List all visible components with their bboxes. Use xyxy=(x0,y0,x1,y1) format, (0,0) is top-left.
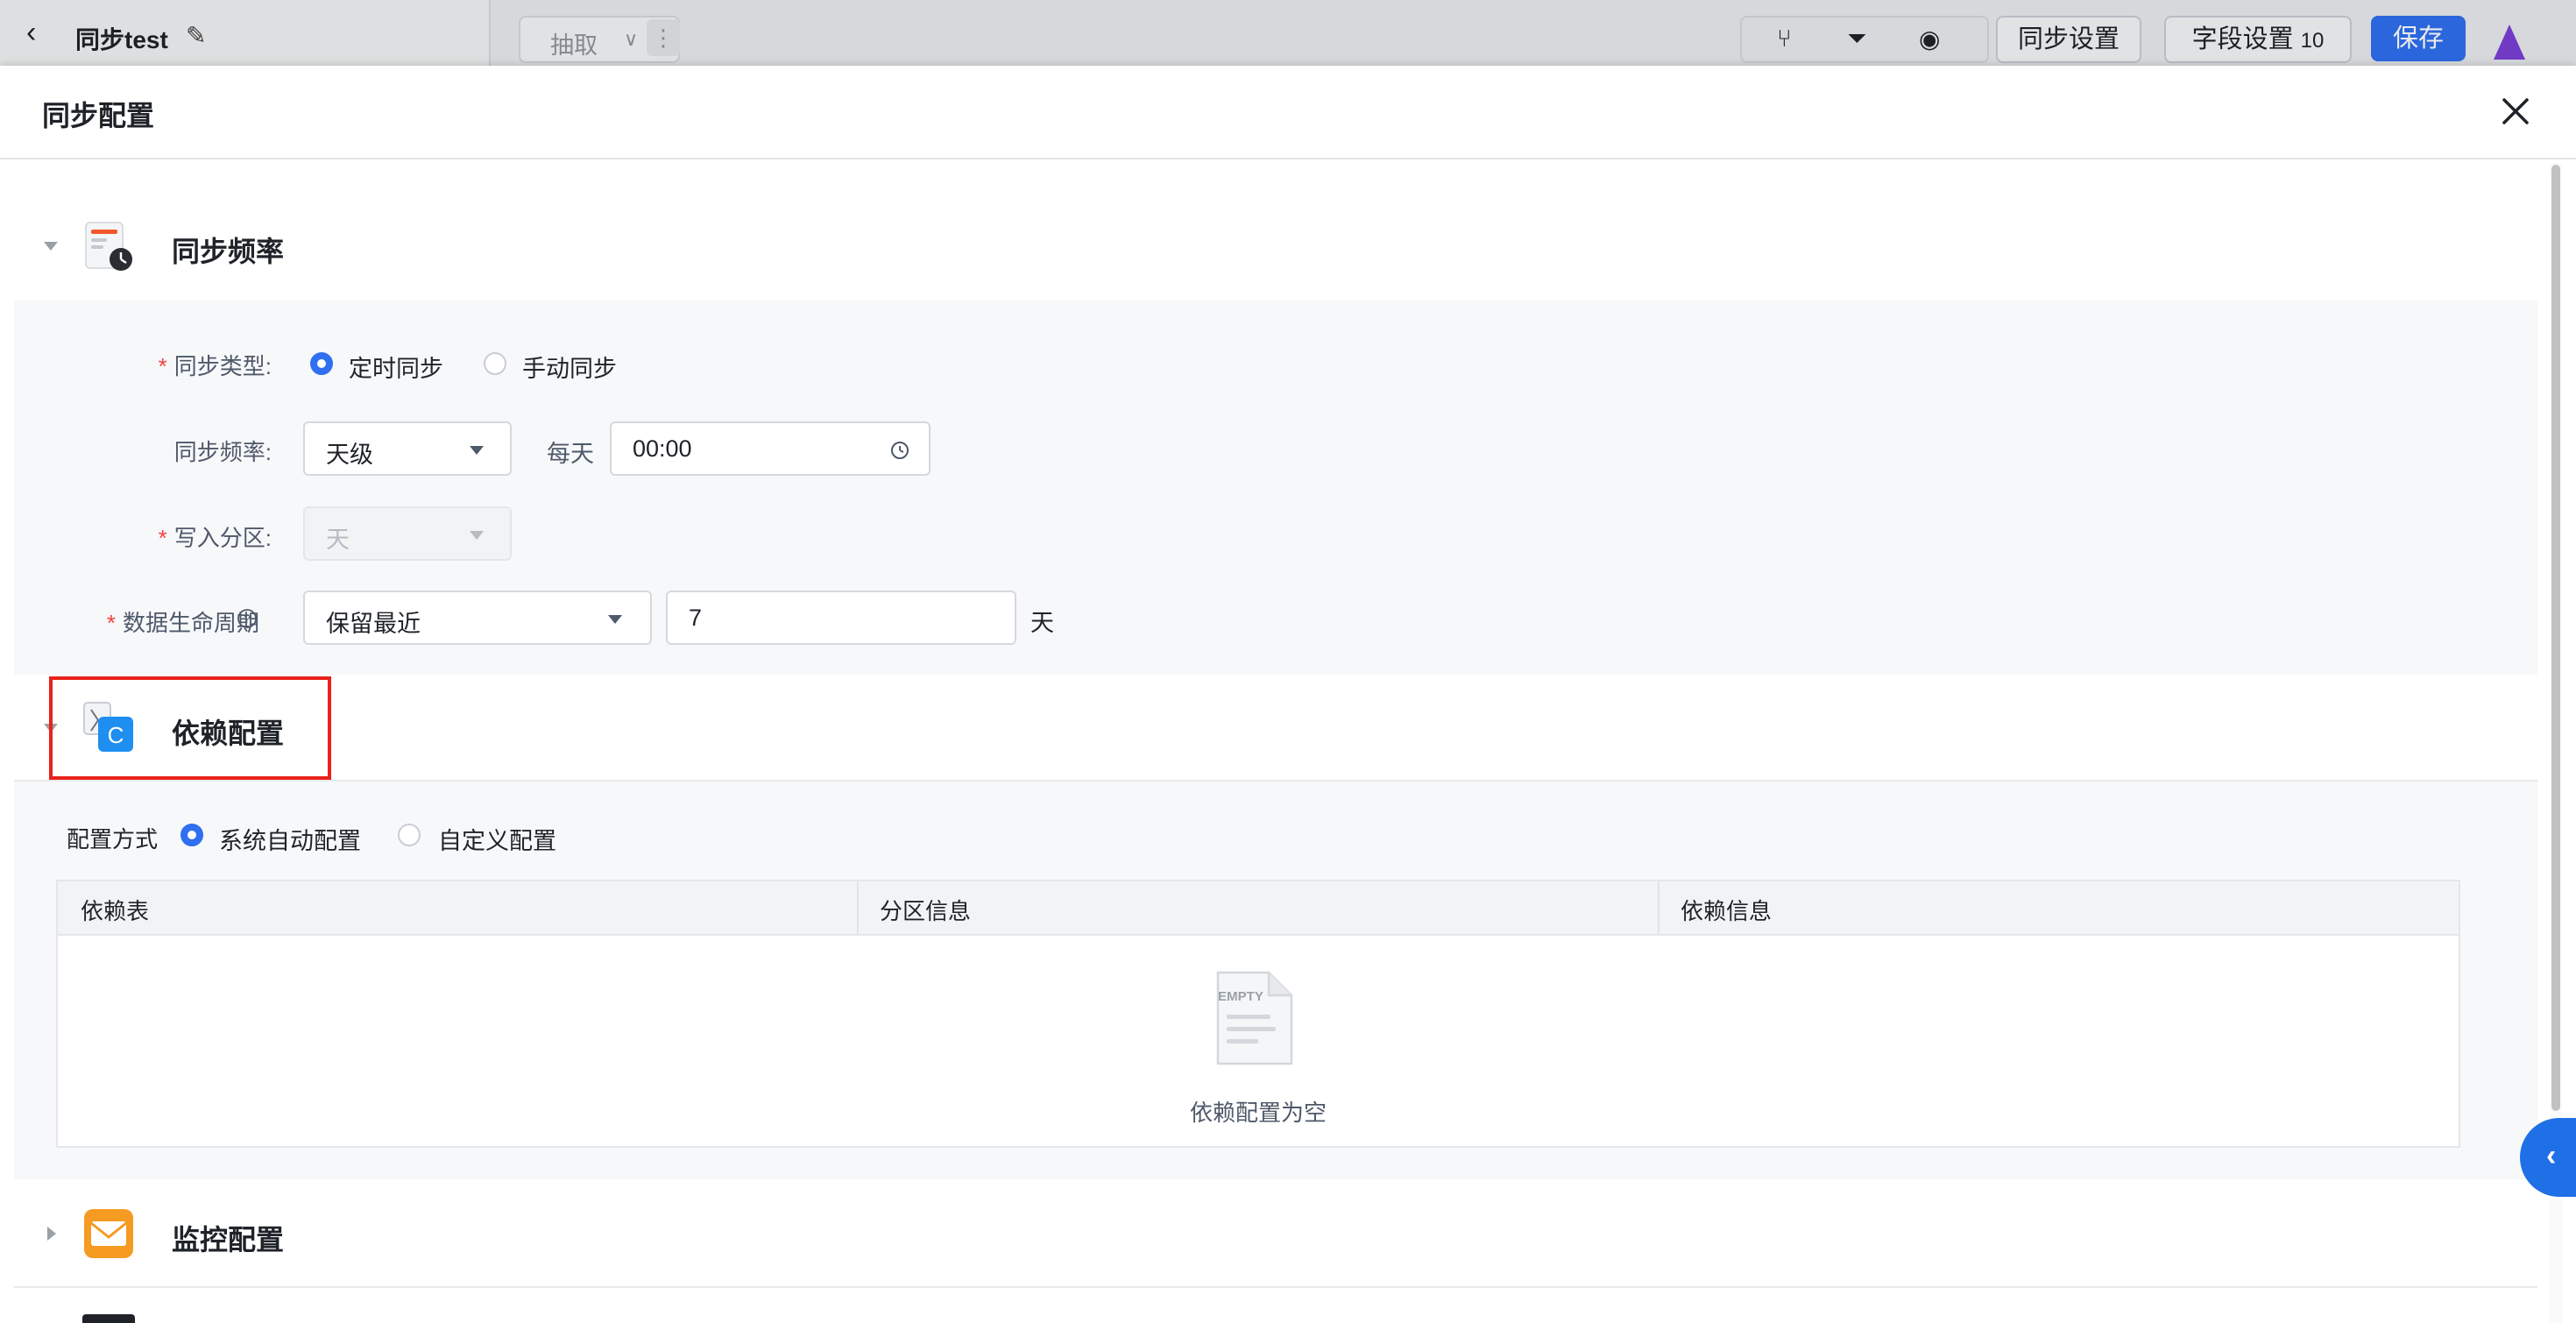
lifecycle-days-input[interactable]: 7 xyxy=(666,591,1016,645)
lifecycle-days-value: 7 xyxy=(689,605,703,631)
time-picker[interactable]: 00:00 xyxy=(610,421,931,476)
next-section-icon xyxy=(82,1314,135,1323)
partition-select: 天 xyxy=(303,506,512,561)
section-monitor-header[interactable] xyxy=(14,1183,2537,1288)
help-icon[interactable]: ? xyxy=(237,608,258,629)
time-value: 00:00 xyxy=(633,435,692,462)
radio-scheduled-sync[interactable] xyxy=(310,352,333,375)
caret-down-icon xyxy=(470,446,484,455)
sync-type-label: * 同步类型: xyxy=(158,353,272,379)
partition-value: 天 xyxy=(326,527,350,553)
dependency-table-header xyxy=(56,880,2460,936)
chevron-left-icon: ‹ xyxy=(2546,1139,2557,1172)
radio-custom-config[interactable] xyxy=(398,824,421,846)
section-sync-frequency-header[interactable] xyxy=(14,196,2537,301)
frequency-select[interactable]: 天级 xyxy=(303,421,512,476)
lifecycle-mode-value: 保留最近 xyxy=(326,611,421,637)
clock-icon xyxy=(891,442,909,459)
column-header-partition-info: 分区信息 xyxy=(880,898,972,924)
radio-auto-config-label[interactable]: 系统自动配置 xyxy=(219,822,361,856)
scrollbar-thumb[interactable] xyxy=(2551,165,2560,1111)
schedule-icon xyxy=(85,222,132,271)
lifecycle-unit: 天 xyxy=(1030,610,1054,636)
daily-label: 每天 xyxy=(547,441,594,467)
section-title-sync-frequency: 同步频率 xyxy=(172,236,285,267)
radio-manual-sync-label[interactable]: 手动同步 xyxy=(522,350,617,384)
column-divider xyxy=(857,881,859,934)
drawer-header xyxy=(0,66,2576,159)
caret-down-icon xyxy=(608,615,622,624)
caret-right-icon[interactable] xyxy=(47,1227,56,1241)
column-header-dependency-table: 依赖表 xyxy=(81,898,150,924)
lifecycle-mode-select[interactable]: 保留最近 xyxy=(303,591,652,645)
column-header-dependency-info: 依赖信息 xyxy=(1681,898,1773,924)
section-title-monitor: 监控配置 xyxy=(172,1224,285,1256)
partition-label: * 写入分区: xyxy=(158,525,272,551)
column-divider xyxy=(1658,881,1660,934)
frequency-label: 同步频率: xyxy=(173,439,272,465)
radio-manual-sync[interactable] xyxy=(484,352,506,375)
frequency-value: 天级 xyxy=(326,442,373,468)
caret-down-icon xyxy=(470,531,484,540)
radio-custom-config-label[interactable]: 自定义配置 xyxy=(438,822,556,856)
empty-state-text: 依赖配置为空 xyxy=(1189,1100,1327,1126)
drawer-title: 同步配置 xyxy=(42,100,155,131)
caret-down-icon[interactable] xyxy=(44,242,58,251)
mask-overlay xyxy=(0,0,2576,66)
empty-document-icon: EMPTY xyxy=(1216,971,1293,1065)
mail-icon xyxy=(84,1209,133,1258)
svg-text:?: ? xyxy=(244,612,251,626)
radio-auto-config[interactable] xyxy=(180,824,203,846)
close-icon[interactable] xyxy=(2495,91,2536,131)
empty-doc-text: EMPTY xyxy=(1218,989,1263,1004)
section-dependency-header[interactable] xyxy=(14,676,2537,782)
config-mode-label: 配置方式 xyxy=(67,826,159,853)
radio-scheduled-sync-label[interactable]: 定时同步 xyxy=(349,350,443,384)
lifecycle-label: * 数据生命周期 xyxy=(106,610,259,636)
highlight-box xyxy=(49,676,331,780)
